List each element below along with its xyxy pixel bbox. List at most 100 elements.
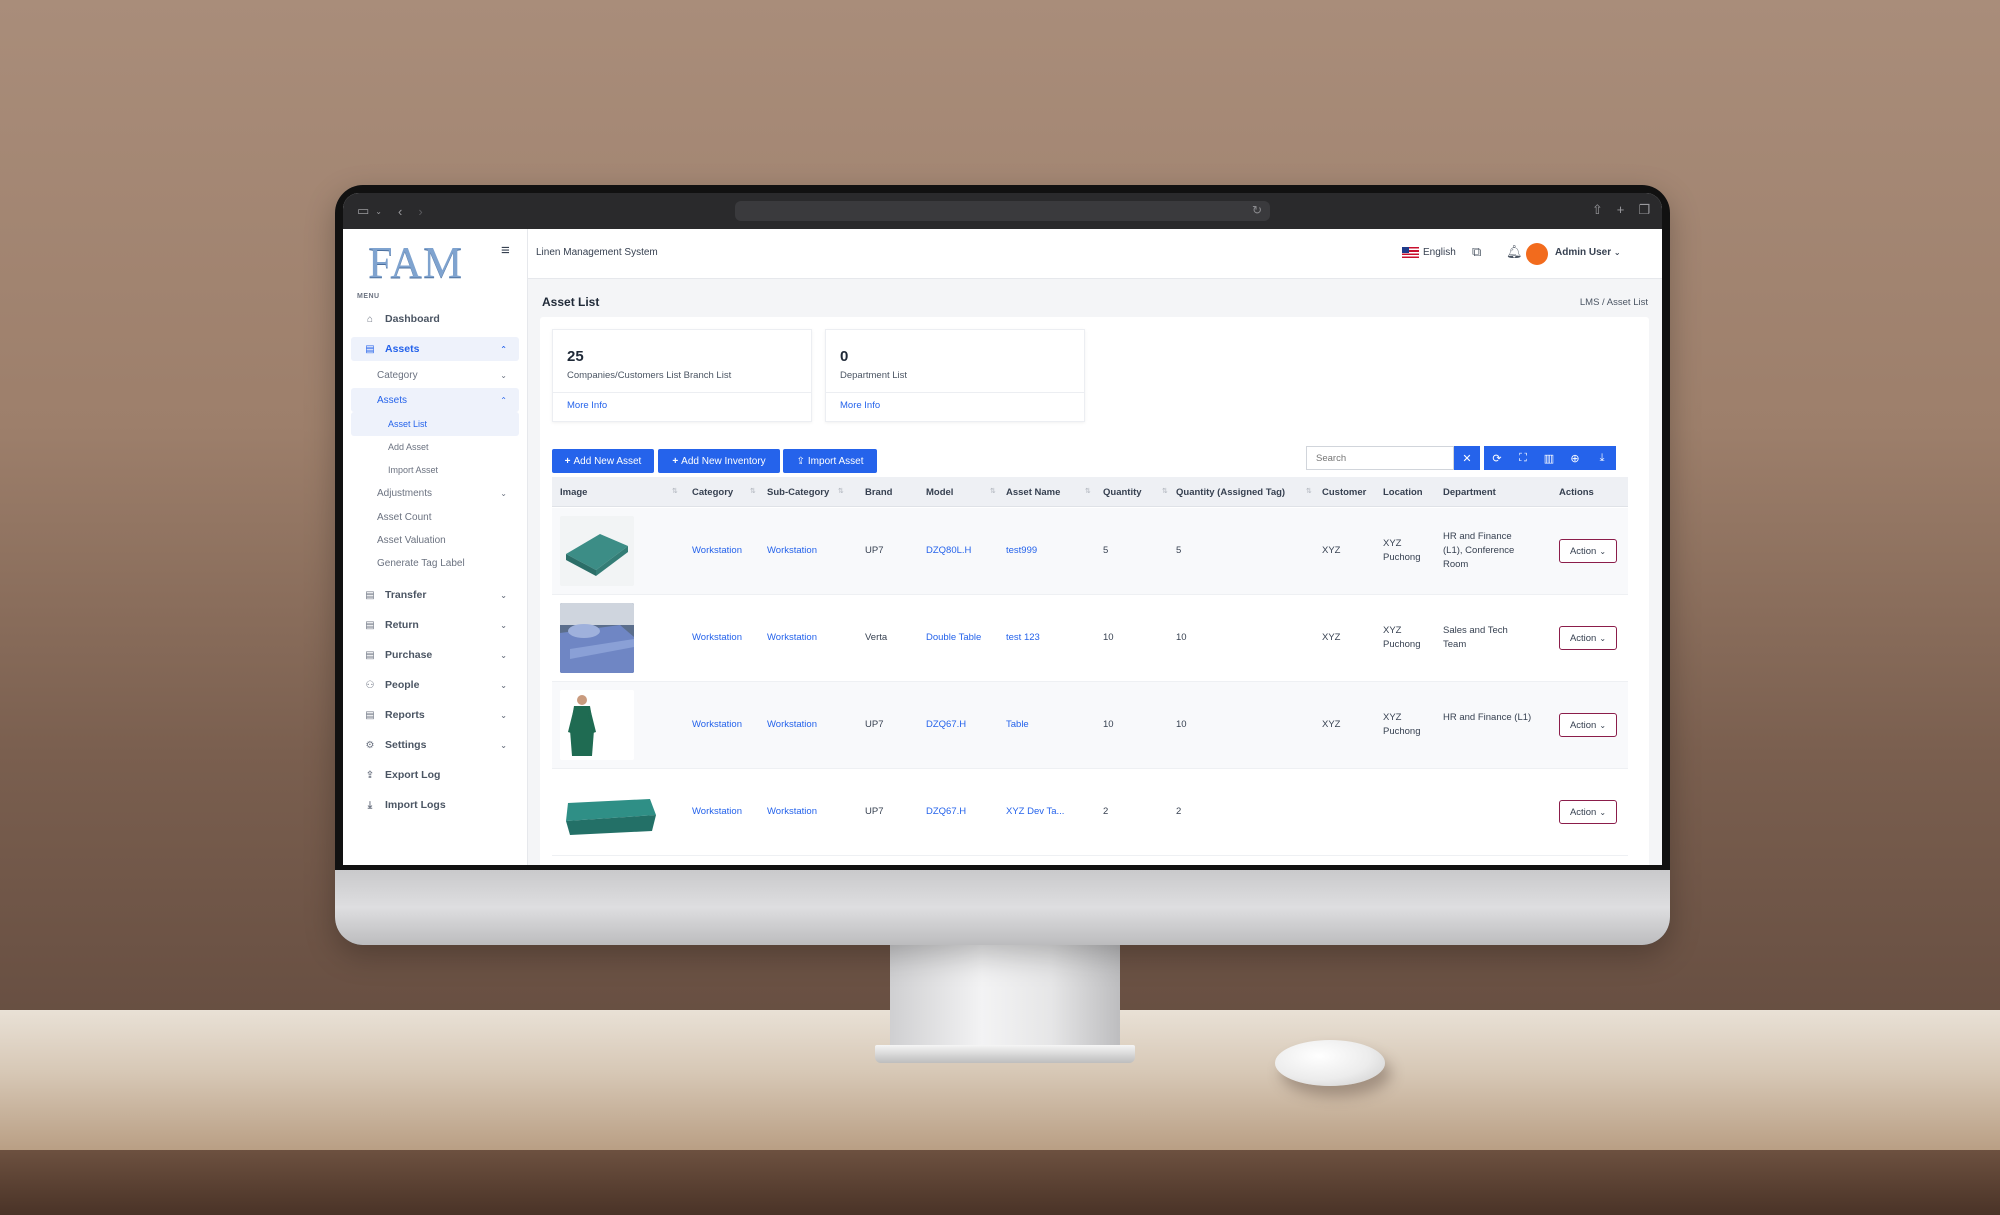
category-cell[interactable]: Workstation <box>692 544 742 558</box>
bell-icon[interactable]: 🔔︎ <box>1506 244 1523 260</box>
import-asset-button[interactable]: ⇪ Import Asset <box>783 449 877 473</box>
sidebar-item-import-logs[interactable]: ⤓ Import Logs <box>351 793 519 817</box>
sidebar-item-import-asset[interactable]: Import Asset <box>351 458 519 482</box>
model-cell[interactable]: DZQ67.H <box>926 718 966 732</box>
category-cell[interactable]: Workstation <box>692 718 742 732</box>
refresh-button[interactable]: ⟳ <box>1484 446 1510 470</box>
column-header-quantity[interactable]: Quantity <box>1103 487 1142 498</box>
sidebar-item-dashboard[interactable]: ⌂ Dashboard <box>351 307 519 331</box>
chevron-down-icon: ⌄ <box>1599 720 1607 730</box>
asset-name-cell[interactable]: test 123 <box>1006 631 1040 645</box>
department-cell: HR and Finance (L1), Conference Room <box>1443 531 1515 570</box>
subcategory-cell[interactable]: Workstation <box>767 544 817 558</box>
column-header-location[interactable]: Location <box>1383 487 1423 498</box>
sort-icon[interactable]: ⇅ <box>672 487 678 495</box>
subcategory-cell[interactable]: Workstation <box>767 718 817 732</box>
asset-image[interactable] <box>560 777 660 847</box>
sidebar-item-reports[interactable]: ▤ Reports ⌄ <box>351 703 519 727</box>
avatar[interactable] <box>1526 243 1548 265</box>
column-header-asset-name[interactable]: Asset Name <box>1006 487 1060 498</box>
action-dropdown-button[interactable]: Action ⌄ <box>1559 626 1617 650</box>
sort-icon[interactable]: ⇅ <box>750 487 756 495</box>
column-header-brand[interactable]: Brand <box>865 487 892 498</box>
language-selector[interactable]: English <box>1402 247 1456 258</box>
sidebar-item-generate-tag-label[interactable]: Generate Tag Label <box>351 551 519 575</box>
brand-cell: UP7 <box>865 719 884 730</box>
asset-name-cell[interactable]: XYZ Dev Ta... <box>1006 805 1064 819</box>
columns-button[interactable]: ▥ <box>1536 446 1562 470</box>
tabs-icon[interactable]: ❐ <box>1638 202 1650 218</box>
sidebar-item-category[interactable]: Category ⌄ <box>351 363 519 387</box>
model-cell[interactable]: Double Table <box>926 631 981 645</box>
location-cell: XYZ Puchong <box>1383 625 1421 650</box>
subcategory-cell[interactable]: Workstation <box>767 805 817 819</box>
asset-image[interactable] <box>560 603 634 673</box>
action-dropdown-button[interactable]: Action ⌄ <box>1559 800 1617 824</box>
sort-icon[interactable]: ⇅ <box>1085 487 1091 495</box>
column-header-image[interactable]: Image <box>560 487 587 498</box>
sidebar-item-export-log[interactable]: ⇪ Export Log <box>351 763 519 787</box>
sidebar-item-settings[interactable]: ⚙ Settings ⌄ <box>351 733 519 757</box>
reload-icon[interactable]: ↻ <box>1252 203 1262 217</box>
action-dropdown-button[interactable]: Action ⌄ <box>1559 539 1617 563</box>
export-button[interactable]: ⤓ <box>1588 446 1616 470</box>
new-tab-icon[interactable]: + <box>1617 202 1625 218</box>
chevron-down-icon: ⌄ <box>500 710 507 720</box>
sidebar-item-asset-count[interactable]: Asset Count <box>351 505 519 529</box>
column-header-category[interactable]: Category <box>692 487 733 498</box>
chevron-down-icon: ⌄ <box>500 488 507 498</box>
more-info-link[interactable]: More Info <box>840 400 880 411</box>
sidebar-item-people[interactable]: ⚇ People ⌄ <box>351 673 519 697</box>
user-menu[interactable]: Admin User ⌄ <box>1555 247 1621 258</box>
back-icon[interactable]: ‹ <box>398 204 402 219</box>
asset-image[interactable] <box>560 516 634 586</box>
column-header-quantity-assigned-tag[interactable]: Quantity (Assigned Tag) <box>1176 487 1285 498</box>
chevron-down-icon: ⌄ <box>1613 248 1621 257</box>
sort-icon[interactable]: ⇅ <box>990 487 996 495</box>
column-header-model[interactable]: Model <box>926 487 953 498</box>
forward-icon[interactable]: › <box>418 204 422 219</box>
share-icon[interactable]: ⇧ <box>1592 202 1603 218</box>
zoom-button[interactable]: ⊕ <box>1562 446 1588 470</box>
column-header-sub-category[interactable]: Sub-Category <box>767 487 829 498</box>
sidebar-item-assets[interactable]: ▤ Assets ⌃ <box>351 337 519 361</box>
chevron-down-icon[interactable]: ⌄ <box>375 207 382 216</box>
asset-name-cell[interactable]: Table <box>1006 718 1029 732</box>
fullscreen-button[interactable]: ⛶ <box>1510 446 1536 470</box>
stat-card-departments: 0 Department List More Info <box>825 329 1085 422</box>
asset-name-cell[interactable]: test999 <box>1006 544 1037 558</box>
sidebar-item-add-asset[interactable]: Add Asset <box>351 435 519 459</box>
subcategory-cell[interactable]: Workstation <box>767 631 817 645</box>
sidebar-item-purchase[interactable]: ▤ Purchase ⌄ <box>351 643 519 667</box>
add-new-inventory-button[interactable]: + Add New Inventory <box>658 449 780 473</box>
action-dropdown-button[interactable]: Action ⌄ <box>1559 713 1617 737</box>
plus-icon: + <box>672 455 679 467</box>
sort-icon[interactable]: ⇅ <box>1162 487 1168 495</box>
hamburger-menu-icon[interactable]: ≡ <box>501 242 510 259</box>
category-cell[interactable]: Workstation <box>692 631 742 645</box>
sidebar-toggle-icon[interactable]: ▭ <box>357 203 369 219</box>
sidebar-item-asset-list[interactable]: Asset List <box>351 412 519 436</box>
close-icon: ✕ <box>1462 452 1472 465</box>
clear-search-button[interactable]: ✕ <box>1454 446 1480 470</box>
sidebar-item-return[interactable]: ▤ Return ⌄ <box>351 613 519 637</box>
more-info-link[interactable]: More Info <box>567 400 607 411</box>
sidebar-item-asset-valuation[interactable]: Asset Valuation <box>351 528 519 552</box>
copy-icon[interactable]: ⧉ <box>1472 244 1481 260</box>
column-header-customer[interactable]: Customer <box>1322 487 1366 498</box>
customer-cell: XYZ <box>1322 545 1341 556</box>
column-header-department[interactable]: Department <box>1443 487 1496 498</box>
sort-icon[interactable]: ⇅ <box>838 487 844 495</box>
sidebar-item-assets-sub[interactable]: Assets ⌃ <box>351 388 519 412</box>
category-cell[interactable]: Workstation <box>692 805 742 819</box>
model-cell[interactable]: DZQ80L.H <box>926 544 971 558</box>
sort-icon[interactable]: ⇅ <box>1306 487 1312 495</box>
address-bar[interactable]: ↻ <box>735 201 1270 221</box>
search-input[interactable] <box>1306 446 1454 470</box>
sidebar-item-transfer[interactable]: ▤ Transfer ⌄ <box>351 583 519 607</box>
add-new-asset-button[interactable]: + Add New Asset <box>552 449 654 473</box>
building-icon: ▤ <box>365 649 375 661</box>
asset-image[interactable] <box>560 690 634 760</box>
sidebar-item-adjustments[interactable]: Adjustments ⌄ <box>351 481 519 505</box>
model-cell[interactable]: DZQ67.H <box>926 805 966 819</box>
